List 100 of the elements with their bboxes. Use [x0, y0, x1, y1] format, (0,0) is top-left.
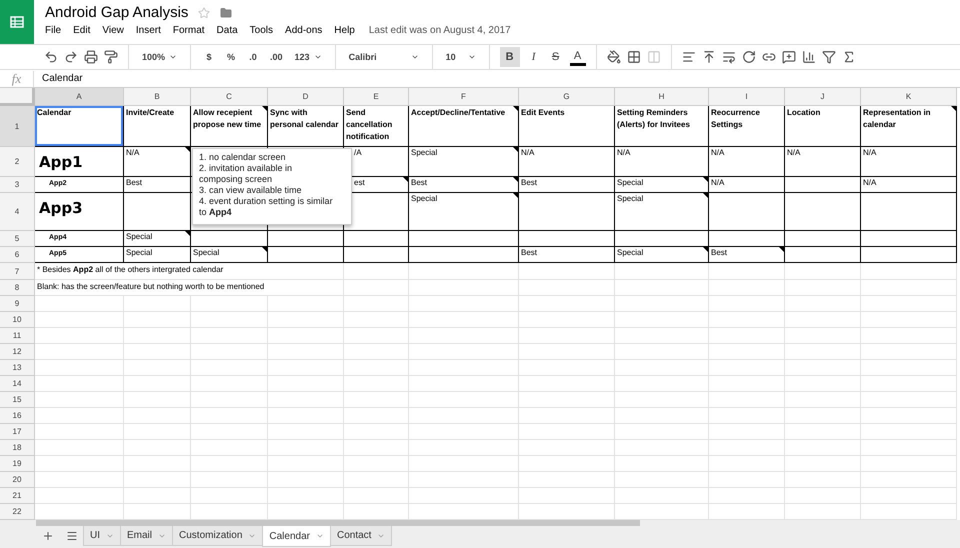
currency-button[interactable]: $ [201, 47, 218, 67]
paint-format-icon[interactable] [104, 50, 118, 64]
last-edit-link[interactable]: Last edit was on August 4, 2017 [368, 25, 511, 36]
column-header[interactable]: B [124, 88, 191, 106]
vertical-align-icon[interactable] [702, 50, 716, 64]
row-header[interactable]: 17 [0, 424, 35, 440]
column-header[interactable]: J [785, 88, 861, 106]
table-cell: Best [124, 177, 191, 193]
align-icon[interactable] [682, 50, 696, 64]
column-header[interactable]: I [709, 88, 785, 106]
row-header[interactable]: 16 [0, 408, 35, 424]
font-size-dropdown[interactable]: 10 [442, 47, 479, 67]
row-header[interactable]: 15 [0, 392, 35, 408]
column-header[interactable]: D [268, 88, 344, 106]
note-text: 1. no calendar screen [199, 152, 287, 163]
row-header[interactable]: 7 [0, 263, 35, 280]
italic-button[interactable]: I [526, 47, 542, 67]
row-header[interactable]: 19 [0, 456, 35, 472]
formula-input[interactable]: Calendar [34, 73, 83, 84]
row-header[interactable]: 3 [0, 177, 35, 193]
bold-button[interactable]: B [500, 47, 520, 67]
row-header[interactable]: 10 [0, 312, 35, 328]
zoom-dropdown[interactable]: 100% [139, 47, 180, 67]
row-header[interactable]: 13 [0, 360, 35, 376]
sheet-tab[interactable]: Contact [330, 526, 392, 546]
percent-button[interactable]: % [223, 47, 240, 67]
fill-color-icon[interactable] [606, 50, 621, 64]
menu-item[interactable]: Data [210, 25, 244, 36]
column-header[interactable]: K [861, 88, 957, 106]
sheet-tab[interactable]: UI [83, 526, 121, 546]
row-header[interactable]: 6 [0, 247, 35, 263]
table-cell: Special [124, 231, 191, 247]
table-cell: Best [709, 247, 785, 263]
borders-icon[interactable] [626, 50, 641, 64]
table-cell: Representation in calendar [861, 106, 957, 147]
merge-cells-icon[interactable] [646, 50, 661, 64]
table-cell: N/A [124, 147, 191, 177]
filter-icon[interactable] [822, 50, 836, 64]
table-cell: Special [124, 247, 191, 263]
row-header[interactable]: 9 [0, 296, 35, 312]
column-header[interactable]: H [615, 88, 709, 106]
menu-item[interactable]: Help [328, 25, 361, 36]
sheet-tab[interactable]: Customization [172, 526, 264, 546]
caret-icon [410, 53, 419, 61]
menu-item[interactable]: Edit [67, 25, 96, 36]
row-header[interactable]: 2 [0, 147, 35, 177]
redo-icon[interactable] [64, 50, 78, 64]
table-cell [124, 360, 191, 376]
menu-item[interactable]: Add-ons [279, 25, 328, 36]
table-cell: Sync with personal calendar [268, 106, 344, 147]
row-header[interactable]: 21 [0, 488, 35, 504]
menu-item[interactable]: Insert [130, 25, 167, 36]
folder-icon[interactable] [220, 6, 232, 18]
strikethrough-button[interactable]: S [548, 47, 564, 67]
table-cell [344, 424, 409, 440]
comment-icon[interactable] [782, 50, 796, 64]
sheet-tab[interactable]: Email [120, 526, 174, 546]
star-icon[interactable] [198, 6, 210, 18]
scrollbar[interactable] [36, 520, 640, 526]
undo-icon[interactable] [44, 50, 58, 64]
row-header[interactable]: 20 [0, 472, 35, 488]
table-cell: Calendar [35, 106, 124, 147]
sheet-tab[interactable]: Calendar [262, 526, 331, 547]
menu-item[interactable]: File [45, 25, 68, 36]
menu-item[interactable]: Tools [244, 25, 280, 36]
increase-decimals-button[interactable]: .00 [267, 47, 286, 67]
print-icon[interactable] [84, 50, 98, 64]
row-header[interactable]: 12 [0, 344, 35, 360]
row-header[interactable]: 11 [0, 328, 35, 344]
text-color-button[interactable]: A [570, 48, 586, 66]
more-formats-dropdown[interactable]: 123 [292, 47, 325, 67]
menu-item[interactable]: View [96, 25, 130, 36]
table-cell: Special [409, 147, 519, 177]
text-wrap-icon[interactable] [722, 50, 736, 64]
menu-item[interactable]: Format [166, 25, 211, 36]
row-header[interactable]: 14 [0, 376, 35, 392]
row-header[interactable]: 8 [0, 280, 35, 296]
font-dropdown[interactable]: Calibri [346, 47, 422, 67]
column-header[interactable]: C [191, 88, 268, 106]
column-header[interactable]: F [409, 88, 519, 106]
table-cell [344, 231, 409, 247]
row-header[interactable]: 1 [0, 106, 35, 147]
row-header[interactable]: 18 [0, 440, 35, 456]
row-header[interactable]: 5 [0, 231, 35, 247]
column-header[interactable]: E [344, 88, 409, 106]
decrease-decimals-button[interactable]: .0 [245, 47, 262, 67]
table-cell: N/A [861, 177, 957, 193]
table-cell: Best [409, 177, 519, 193]
column-header[interactable]: G [519, 88, 615, 106]
text-rotation-icon[interactable] [742, 50, 756, 64]
column-header[interactable]: A [35, 88, 124, 106]
row-header[interactable]: 4 [0, 193, 35, 231]
caret-icon [316, 532, 324, 540]
caret-icon [314, 53, 322, 61]
document-title[interactable]: Android Gap Analysis [45, 4, 188, 21]
spreadsheet-logo-icon[interactable] [0, 0, 34, 44]
row-header[interactable]: 22 [0, 504, 35, 520]
table-cell: Best [519, 247, 615, 263]
table-cell [124, 472, 191, 488]
chart-icon[interactable] [802, 50, 816, 64]
